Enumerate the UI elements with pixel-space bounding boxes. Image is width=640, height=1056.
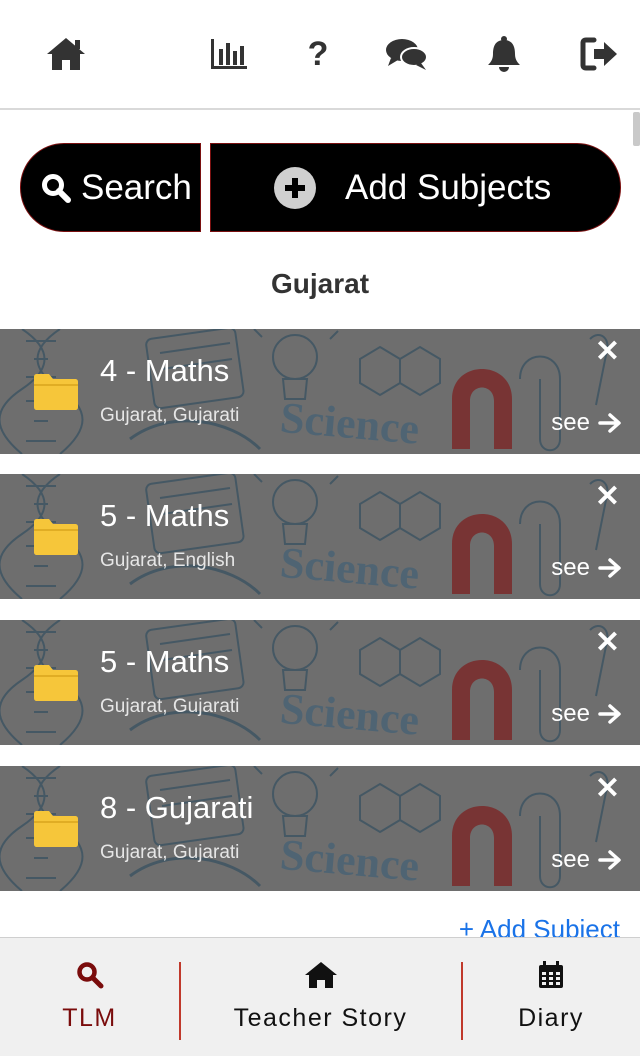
home-icon[interactable] [44,32,88,76]
see-link[interactable]: see [551,554,622,582]
see-link[interactable]: see [551,409,622,437]
subject-title: 5 - Maths [100,644,230,679]
bottom-navigation: TLM Teacher Story Diary [0,937,640,1056]
state-title: Gujarat [270,268,370,299]
see-link[interactable]: see [551,846,622,874]
chat-icon[interactable] [385,32,429,76]
subject-card[interactable]: Science 4 - Maths Gujarat, Gujarati ✕ see [0,329,640,454]
bell-icon[interactable] [482,32,526,76]
arrow-right-icon [598,558,621,578]
arrow-right-icon [598,413,621,433]
close-icon[interactable]: ✕ [595,628,620,658]
add-subjects-button[interactable]: Add Subjects [210,143,621,232]
see-label: see [551,554,590,581]
subject-card[interactable]: Science 5 - Maths Gujarat, English ✕ see [0,474,640,599]
see-label: see [551,409,590,436]
see-label: see [551,700,590,727]
folder-icon [34,811,78,847]
nav-item-tlm[interactable]: TLM [0,938,179,1056]
arrow-right-icon [598,850,621,870]
scrollbar-thumb[interactable] [633,112,640,146]
folder-icon [34,374,78,410]
folder-icon [34,665,78,701]
nav-item-diary[interactable]: Diary [462,938,640,1056]
close-icon[interactable]: ✕ [595,337,620,367]
home-icon [304,960,338,990]
calendar-icon [538,960,564,990]
see-label: see [551,846,590,873]
subject-meta: Gujarat, English [100,550,236,571]
science-doodle-background: Science [0,474,640,599]
science-doodle-background: Science [0,766,640,891]
search-icon [42,173,71,203]
subject-meta: Gujarat, Gujarati [100,696,240,717]
add-subjects-label: Add Subjects [345,168,552,207]
sign-out-icon[interactable] [578,32,622,76]
science-doodle-background: Science [0,620,640,745]
close-icon[interactable]: ✕ [595,482,620,512]
subject-title: 8 - Gujarati [100,790,254,825]
plus-circle-icon [274,167,316,209]
close-icon[interactable]: ✕ [595,774,620,804]
search-button[interactable]: Search [20,143,201,232]
subject-title: 4 - Maths [100,353,230,388]
subject-meta: Gujarat, Gujarati [100,842,240,863]
nav-label-teacher-story: Teacher Story [233,1004,408,1032]
subject-card[interactable]: Science 8 - Gujarati Gujarat, Gujarati ✕ see [0,766,640,891]
chart-icon[interactable] [207,32,251,76]
subject-card[interactable]: Science 5 - Maths Gujarat, Gujarati ✕ see [0,620,640,745]
top-app-bar: ? [0,0,640,110]
science-doodle-background: Science [0,329,640,454]
nav-item-teacher-story[interactable]: Teacher Story [180,938,461,1056]
search-icon [76,960,104,990]
question-icon[interactable]: ? [296,32,340,76]
nav-label-tlm: TLM [62,1004,117,1032]
subject-meta: Gujarat, Gujarati [100,405,240,426]
nav-label-diary: Diary [518,1004,584,1032]
see-link[interactable]: see [551,700,622,728]
subject-title: 5 - Maths [100,498,230,533]
folder-icon [34,519,78,555]
search-button-label: Search [81,167,192,207]
arrow-right-icon [598,704,621,724]
